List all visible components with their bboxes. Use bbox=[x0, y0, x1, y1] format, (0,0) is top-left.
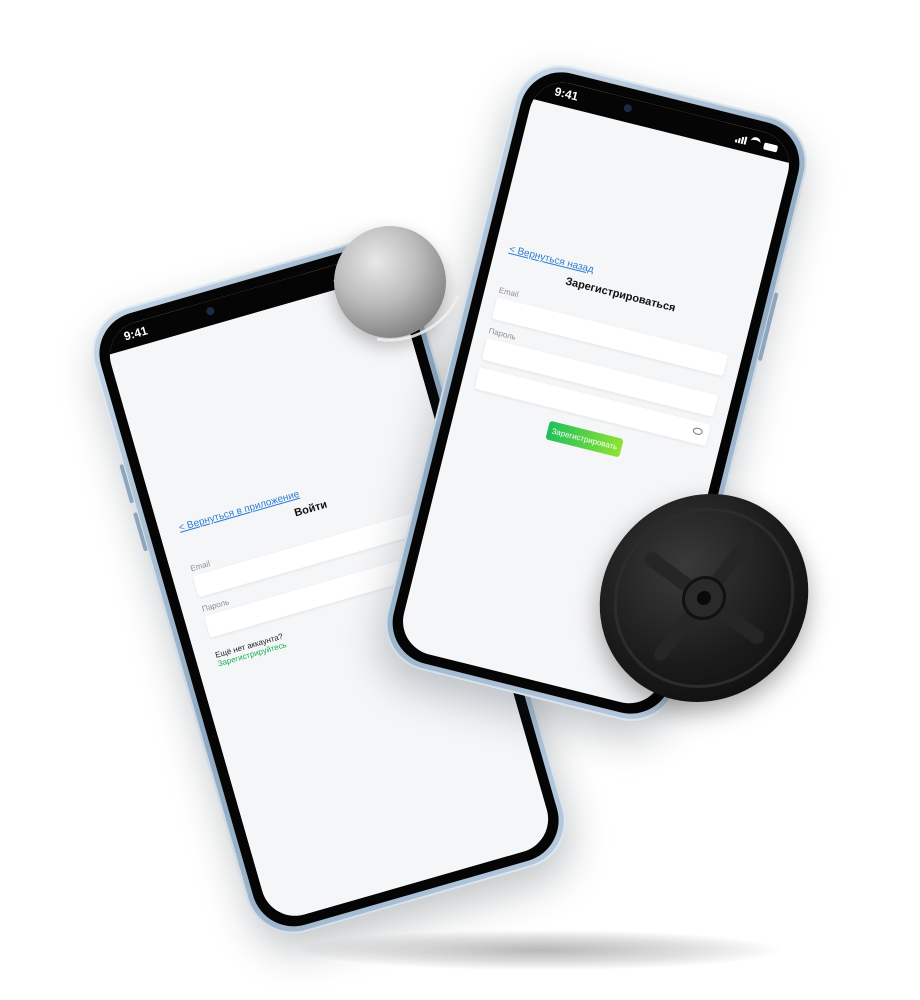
right-notch bbox=[603, 93, 726, 144]
eye-icon[interactable] bbox=[692, 426, 704, 436]
floor-shadow bbox=[300, 930, 780, 970]
wifi-icon bbox=[749, 136, 762, 149]
register-form: < Вернуться назад Зарегистрироваться Ema… bbox=[453, 241, 755, 481]
front-camera-icon bbox=[205, 306, 216, 316]
tennis-ball bbox=[324, 218, 482, 362]
front-camera-icon bbox=[622, 103, 633, 114]
register-button[interactable]: Зарегистрировать bbox=[545, 420, 624, 458]
